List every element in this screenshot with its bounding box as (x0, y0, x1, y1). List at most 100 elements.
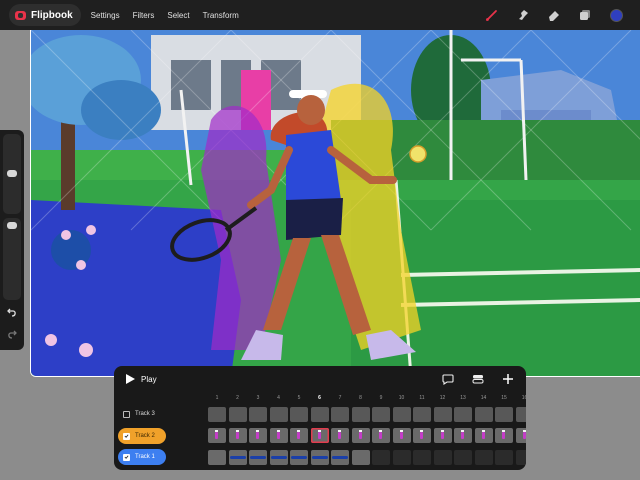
frame-cell[interactable] (310, 450, 329, 465)
empty-frame-cell[interactable] (474, 450, 493, 465)
undo-button[interactable] (6, 306, 18, 318)
frame-cell[interactable] (331, 450, 349, 465)
frame-cell[interactable] (269, 407, 288, 422)
track-1-checkbox[interactable] (123, 453, 130, 461)
frame-cell[interactable] (351, 428, 370, 443)
frame-cell[interactable] (474, 428, 493, 443)
frame-cell[interactable] (331, 407, 349, 422)
current-color-swatch (609, 8, 623, 22)
frame-cell[interactable] (515, 428, 526, 443)
menu-transform[interactable]: Transform (203, 11, 239, 20)
frame-cell[interactable] (433, 428, 452, 443)
smudge-tool-button[interactable] (511, 4, 535, 26)
layers-icon (580, 10, 590, 20)
frame-cell[interactable] (249, 450, 267, 465)
frame-cell[interactable] (208, 407, 226, 422)
comment-button[interactable] (441, 372, 455, 386)
frame-number[interactable]: 13 (454, 395, 472, 401)
color-picker-button[interactable] (604, 4, 628, 26)
brush-size-slider[interactable] (3, 134, 21, 214)
frame-number[interactable]: 15 (495, 395, 513, 401)
redo-button[interactable] (6, 328, 18, 340)
brush-opacity-handle[interactable] (7, 222, 17, 229)
menu-filters[interactable]: Filters (133, 11, 155, 20)
frame-number[interactable]: 9 (372, 395, 390, 401)
track-1-toggle[interactable]: Track 1 (118, 449, 166, 465)
frame-cell[interactable] (372, 428, 390, 443)
frame-cell[interactable] (269, 450, 288, 465)
frame-number[interactable]: 3 (249, 395, 267, 401)
brush-opacity-slider[interactable] (3, 218, 21, 300)
brush-tool-button[interactable] (480, 4, 504, 26)
frame-cell[interactable] (495, 407, 513, 422)
frame-thumbnail (250, 456, 266, 459)
frame-cell[interactable] (269, 428, 288, 443)
frame-cell[interactable] (228, 407, 247, 422)
frame-cell[interactable] (208, 428, 226, 443)
frame-number[interactable]: 16 (516, 395, 526, 401)
frame-cell[interactable] (413, 428, 431, 443)
track-2-toggle[interactable]: Track 2 (118, 428, 166, 444)
empty-frame-cell[interactable] (454, 450, 472, 465)
frame-number[interactable]: 12 (434, 395, 452, 401)
frame-cell[interactable] (310, 428, 329, 443)
frame-number[interactable]: 5 (290, 395, 308, 401)
frame-cell[interactable] (515, 407, 526, 422)
stack-button[interactable] (471, 372, 485, 386)
frame-number[interactable]: 2 (229, 395, 247, 401)
layers-tool-button[interactable] (573, 4, 597, 26)
frame-cell[interactable] (392, 428, 411, 443)
redo-icon (8, 330, 17, 339)
drawing-canvas[interactable] (30, 30, 640, 377)
empty-frame-cell[interactable] (392, 450, 411, 465)
frame-thumbnail (399, 430, 403, 439)
empty-frame-cell[interactable] (433, 450, 452, 465)
frame-number[interactable]: 6 (311, 395, 329, 401)
frame-cell[interactable] (290, 428, 308, 443)
frame-cell[interactable] (331, 428, 349, 443)
frame-cell[interactable] (474, 407, 493, 422)
track-2-checkbox[interactable] (123, 432, 130, 440)
frame-cell[interactable] (392, 407, 411, 422)
frame-thumbnail (440, 430, 444, 439)
frame-cell[interactable] (351, 407, 370, 422)
frame-number[interactable]: 1 (208, 395, 226, 401)
empty-frame-cell[interactable] (372, 450, 390, 465)
frame-cell[interactable] (228, 450, 247, 465)
track-3-checkbox[interactable] (123, 410, 130, 418)
eraser-tool-button[interactable] (542, 4, 566, 26)
frame-thumbnail (291, 456, 307, 459)
frame-number[interactable]: 8 (352, 395, 370, 401)
add-frame-button[interactable] (501, 372, 515, 386)
empty-frame-cell[interactable] (495, 450, 513, 465)
empty-frame-cell[interactable] (413, 450, 431, 465)
frame-cell[interactable] (249, 407, 267, 422)
frame-cell[interactable] (351, 450, 370, 465)
menu-settings[interactable]: Settings (91, 11, 120, 20)
frame-cell[interactable] (495, 428, 513, 443)
play-button[interactable] (125, 374, 135, 384)
frame-number[interactable]: 10 (393, 395, 411, 401)
empty-frame-cell[interactable] (515, 450, 526, 465)
frame-number[interactable]: 4 (270, 395, 288, 401)
frame-number[interactable]: 7 (331, 395, 349, 401)
frame-thumbnail (297, 430, 300, 439)
frame-cell[interactable] (433, 407, 452, 422)
frame-cell[interactable] (208, 450, 226, 465)
frame-cell[interactable] (290, 407, 308, 422)
frame-cell[interactable] (290, 450, 308, 465)
frame-cell[interactable] (454, 407, 472, 422)
brush-size-handle[interactable] (7, 170, 17, 177)
track-3-toggle[interactable]: Track 3 (118, 406, 166, 422)
frame-cell[interactable] (413, 407, 431, 422)
frame-cell[interactable] (228, 428, 247, 443)
app-brand[interactable]: Flipbook (9, 4, 81, 26)
frame-cell[interactable] (372, 407, 390, 422)
frame-cell[interactable] (310, 407, 329, 422)
frame-cell[interactable] (249, 428, 267, 443)
frame-number[interactable]: 14 (475, 395, 493, 401)
menu-select[interactable]: Select (167, 11, 189, 20)
frame-number[interactable]: 11 (413, 395, 431, 401)
tool-bar (473, 0, 628, 30)
frame-cell[interactable] (454, 428, 472, 443)
